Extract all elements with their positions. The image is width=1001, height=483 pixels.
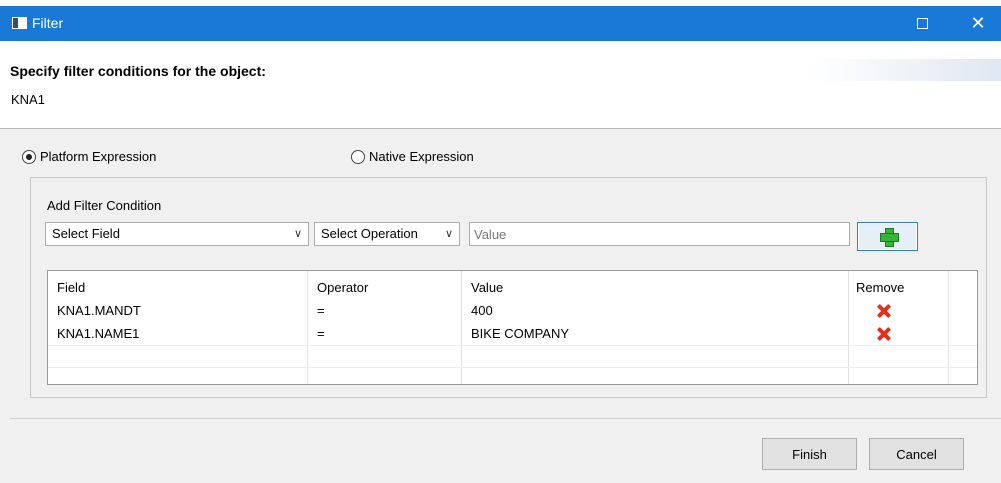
red-x-icon[interactable] <box>876 303 892 319</box>
column-header-operator: Operator <box>317 280 369 295</box>
cell-operator: = <box>317 303 325 318</box>
dialog-header: Specify filter conditions for the object… <box>0 41 1001 129</box>
close-icon: ✕ <box>970 13 986 33</box>
dialog-heading: Specify filter conditions for the object… <box>10 63 266 79</box>
conditions-table: Field Operator Value Remove KNA1.MANDT =… <box>47 270 978 385</box>
window-icon <box>12 17 27 29</box>
table-row[interactable]: KNA1.NAME1 = BIKE COMPANY <box>48 323 979 345</box>
cell-value: BIKE COMPANY <box>471 326 570 341</box>
row-divider <box>48 345 977 346</box>
native-expression-radio[interactable]: Native Expression <box>351 149 474 164</box>
select-operation-value: Select Operation <box>321 226 418 241</box>
table-header-row: Field Operator Value Remove <box>48 277 979 299</box>
chevron-down-icon: ∨ <box>444 228 453 240</box>
cancel-button[interactable]: Cancel <box>869 438 964 470</box>
column-header-remove: Remove <box>856 280 905 295</box>
column-header-value: Value <box>471 280 504 295</box>
footer-separator <box>10 418 1001 419</box>
table-row[interactable]: KNA1.MANDT = 400 <box>48 300 979 322</box>
object-name: KNA1 <box>11 92 45 107</box>
green-plus-icon <box>880 228 899 247</box>
add-filter-group: Add Filter Condition Select Field ∨ Sele… <box>30 177 987 398</box>
select-field-value: Select Field <box>52 226 120 241</box>
red-x-icon[interactable] <box>876 326 892 342</box>
value-input[interactable] <box>469 222 850 246</box>
column-header-field: Field <box>57 280 86 295</box>
row-divider <box>48 367 977 368</box>
radio-unselected-icon <box>351 149 365 164</box>
cell-field: KNA1.MANDT <box>57 303 141 318</box>
select-field-dropdown[interactable]: Select Field ∨ <box>45 222 309 246</box>
finish-button[interactable]: Finish <box>762 438 857 470</box>
cell-operator: = <box>317 326 325 341</box>
cell-value: 400 <box>471 303 493 318</box>
title-bar: Filter ✕ <box>0 6 1001 41</box>
window-title: Filter <box>32 15 64 31</box>
platform-expression-radio[interactable]: Platform Expression <box>22 149 156 164</box>
header-decoration <box>811 59 1001 81</box>
dialog-content: Platform Expression Native Expression Ad… <box>0 129 1001 483</box>
maximize-button[interactable] <box>900 6 946 41</box>
cell-field: KNA1.NAME1 <box>57 326 140 341</box>
close-button[interactable]: ✕ <box>955 6 1001 41</box>
radio-selected-icon <box>22 149 36 164</box>
radio-label: Platform Expression <box>40 149 157 164</box>
add-condition-button[interactable] <box>857 222 918 251</box>
add-filter-title: Add Filter Condition <box>47 198 162 213</box>
select-operation-dropdown[interactable]: Select Operation ∨ <box>314 222 460 246</box>
radio-label: Native Expression <box>369 149 474 164</box>
maximize-icon <box>917 18 928 29</box>
chevron-down-icon: ∨ <box>293 228 302 240</box>
